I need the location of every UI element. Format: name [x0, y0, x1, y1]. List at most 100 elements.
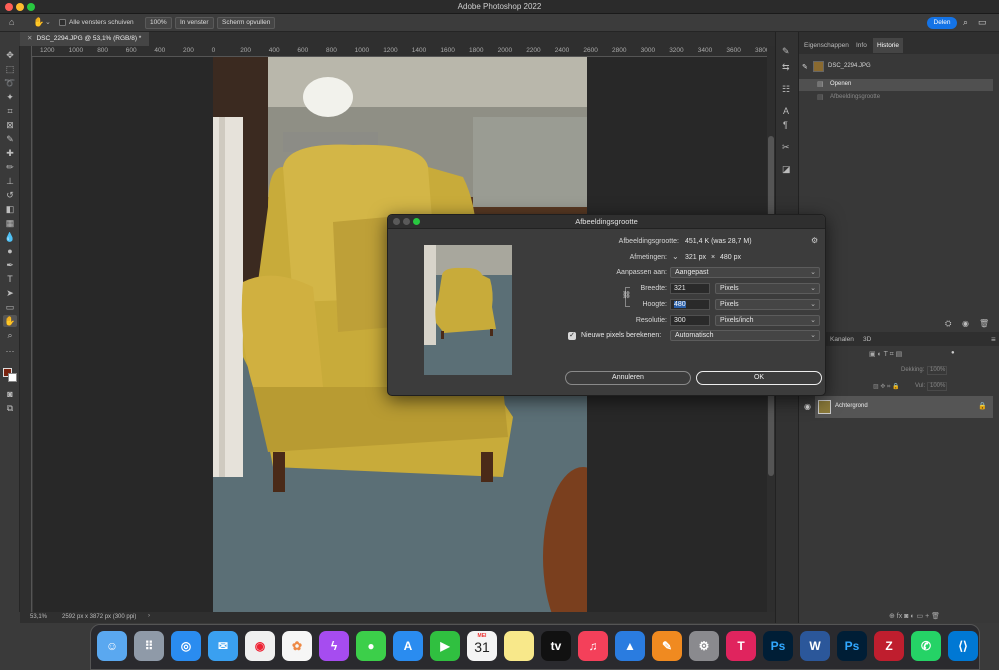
filezilla-icon[interactable]: Z: [874, 631, 904, 661]
paragraph-icon[interactable]: ¶: [783, 120, 788, 130]
dodge-tool-icon[interactable]: ●: [3, 245, 17, 257]
dialog-close-button[interactable]: [393, 218, 400, 225]
trash-icon[interactable]: 🗑: [979, 319, 989, 328]
finder-icon[interactable]: ☺: [97, 631, 127, 661]
music-icon[interactable]: ♫: [578, 631, 608, 661]
crop-tool-icon[interactable]: ⌗: [3, 105, 17, 117]
path-selection-tool-icon[interactable]: ➤: [3, 287, 17, 299]
layer-lock-icon[interactable]: 🔒: [978, 402, 987, 410]
zoom-status[interactable]: 53,1%: [30, 614, 47, 620]
history-brush-tool-icon[interactable]: ↺: [3, 189, 17, 201]
history-snapshot[interactable]: DSC_2294.JPG: [828, 63, 871, 69]
chevron-down-icon[interactable]: ⌄: [45, 18, 51, 26]
frame-tool-icon[interactable]: ⊠: [3, 119, 17, 131]
panel-menu-icon[interactable]: ≡: [991, 335, 996, 344]
ok-button[interactable]: OK: [696, 371, 822, 385]
photoshop-icon[interactable]: Ps: [763, 631, 793, 661]
brush-settings-icon[interactable]: ✎: [782, 46, 790, 57]
whatsapp-icon[interactable]: ✆: [911, 631, 941, 661]
notes-icon[interactable]: [504, 631, 534, 661]
keynote-icon[interactable]: ▲: [615, 631, 645, 661]
libraries-icon[interactable]: ☷: [782, 84, 790, 95]
chrome-icon[interactable]: ◉: [245, 631, 275, 661]
link-proportions-icon[interactable]: ⛓: [622, 291, 631, 299]
system-preferences-icon[interactable]: ⚙: [689, 631, 719, 661]
marquee-tool-icon[interactable]: ⬚: [3, 63, 17, 75]
apple-tv-icon[interactable]: tv: [541, 631, 571, 661]
resolution-unit-select[interactable]: Pixels/inch ⌄: [715, 315, 820, 326]
healing-brush-tool-icon[interactable]: ✚: [3, 147, 17, 159]
screen-mode-icon[interactable]: ⧉: [3, 402, 17, 414]
more-tools-icon[interactable]: ···: [3, 345, 17, 357]
character-icon[interactable]: A: [783, 106, 789, 116]
camera-icon[interactable]: ◉: [962, 319, 969, 328]
width-input[interactable]: 321: [670, 283, 710, 294]
image-preview[interactable]: [424, 245, 512, 375]
launchpad-icon[interactable]: ⠿: [134, 631, 164, 661]
dialog-zoom-button[interactable]: [413, 218, 420, 225]
resolution-input[interactable]: 300: [670, 315, 710, 326]
eyedropper-tool-icon[interactable]: ✎: [3, 133, 17, 145]
layer-row-background[interactable]: Achtergrond 🔒: [815, 396, 993, 418]
messages-icon[interactable]: ●: [356, 631, 386, 661]
fill-screen-button[interactable]: Scherm opvullen: [217, 17, 276, 29]
height-unit-select[interactable]: Pixels ⌄: [715, 299, 820, 310]
quick-mask-icon[interactable]: ◙: [3, 388, 17, 400]
move-tool-icon[interactable]: ✥: [3, 49, 17, 61]
gradient-tool-icon[interactable]: ▦: [3, 217, 17, 229]
app-store-icon[interactable]: A: [393, 631, 423, 661]
share-button[interactable]: Delen: [927, 17, 957, 29]
height-input[interactable]: 480: [670, 299, 710, 310]
cancel-button[interactable]: Annuleren: [565, 371, 691, 385]
adjustments-icon[interactable]: ⇆: [782, 62, 790, 73]
rectangle-tool-icon[interactable]: ▭: [3, 301, 17, 313]
tab-channels[interactable]: Kanalen: [830, 336, 854, 343]
home-icon[interactable]: ⌂: [9, 17, 14, 27]
search-icon[interactable]: ⌕: [963, 17, 968, 28]
photos-icon[interactable]: ✿: [282, 631, 312, 661]
history-item-open[interactable]: ▤ Openen: [799, 79, 993, 91]
pen-tool-icon[interactable]: ✒: [3, 259, 17, 271]
type-tool-icon[interactable]: T: [3, 273, 17, 285]
safari-icon[interactable]: ◎: [171, 631, 201, 661]
pages-icon[interactable]: ✎: [652, 631, 682, 661]
stamp-tool-icon[interactable]: ⊥: [3, 175, 17, 187]
lasso-tool-icon[interactable]: ➰: [3, 77, 17, 89]
dialog-minimize-button[interactable]: [403, 218, 410, 225]
magic-wand-tool-icon[interactable]: ✦: [3, 91, 17, 103]
document-tab[interactable]: ✕ DSC_2294.JPG @ 53,1% (RGB/8) *: [20, 32, 150, 46]
vscode-icon[interactable]: ⟨⟩: [948, 631, 978, 661]
word-icon[interactable]: W: [800, 631, 830, 661]
new-document-from-state-icon[interactable]: ⛭: [945, 319, 951, 329]
close-tab-icon[interactable]: ✕: [27, 35, 32, 42]
eraser-tool-icon[interactable]: ◧: [3, 203, 17, 215]
snapshot-brush-icon[interactable]: ✎: [802, 63, 808, 71]
messenger-icon[interactable]: ϟ: [319, 631, 349, 661]
background-color-swatch[interactable]: [8, 373, 17, 382]
tab-info[interactable]: Info: [856, 42, 867, 49]
tab-properties[interactable]: Eigenschappen: [804, 42, 849, 49]
hand-tool-icon[interactable]: ✋: [33, 17, 44, 28]
width-unit-select[interactable]: Pixels ⌄: [715, 283, 820, 294]
settings-gear-icon[interactable]: ⚙: [811, 236, 818, 245]
tools-settings-icon[interactable]: ✂: [782, 142, 790, 153]
history-item-image-size[interactable]: ▤ Afbeeldingsgrootte: [799, 92, 993, 104]
zoom-100-button[interactable]: 100%: [145, 17, 172, 29]
dimensions-chevron-icon[interactable]: ⌄: [672, 252, 679, 261]
blur-tool-icon[interactable]: 💧: [3, 231, 17, 243]
workspace-icon[interactable]: ▭: [978, 17, 987, 28]
status-chevron-icon[interactable]: ›: [148, 613, 150, 619]
layers-footer-icons[interactable]: ⊕ fx ◙ ◐ ▭ + 🗑: [889, 612, 940, 620]
visibility-eye-icon[interactable]: ◉: [804, 402, 811, 411]
resample-checkbox[interactable]: ✓: [568, 332, 576, 340]
typora-icon[interactable]: T: [726, 631, 756, 661]
tab-history[interactable]: Historie: [873, 38, 904, 53]
tab-3d[interactable]: 3D: [863, 336, 871, 343]
fit-window-button[interactable]: In venster: [175, 17, 214, 29]
brush-tool-icon[interactable]: ✏: [3, 161, 17, 173]
mail-icon[interactable]: ✉: [208, 631, 238, 661]
filter-toggle-icon[interactable]: ●: [951, 350, 955, 356]
zoom-tool-icon[interactable]: ⌕: [3, 329, 17, 341]
facetime-icon[interactable]: ▶: [430, 631, 460, 661]
opacity-input[interactable]: 100%: [927, 366, 947, 375]
